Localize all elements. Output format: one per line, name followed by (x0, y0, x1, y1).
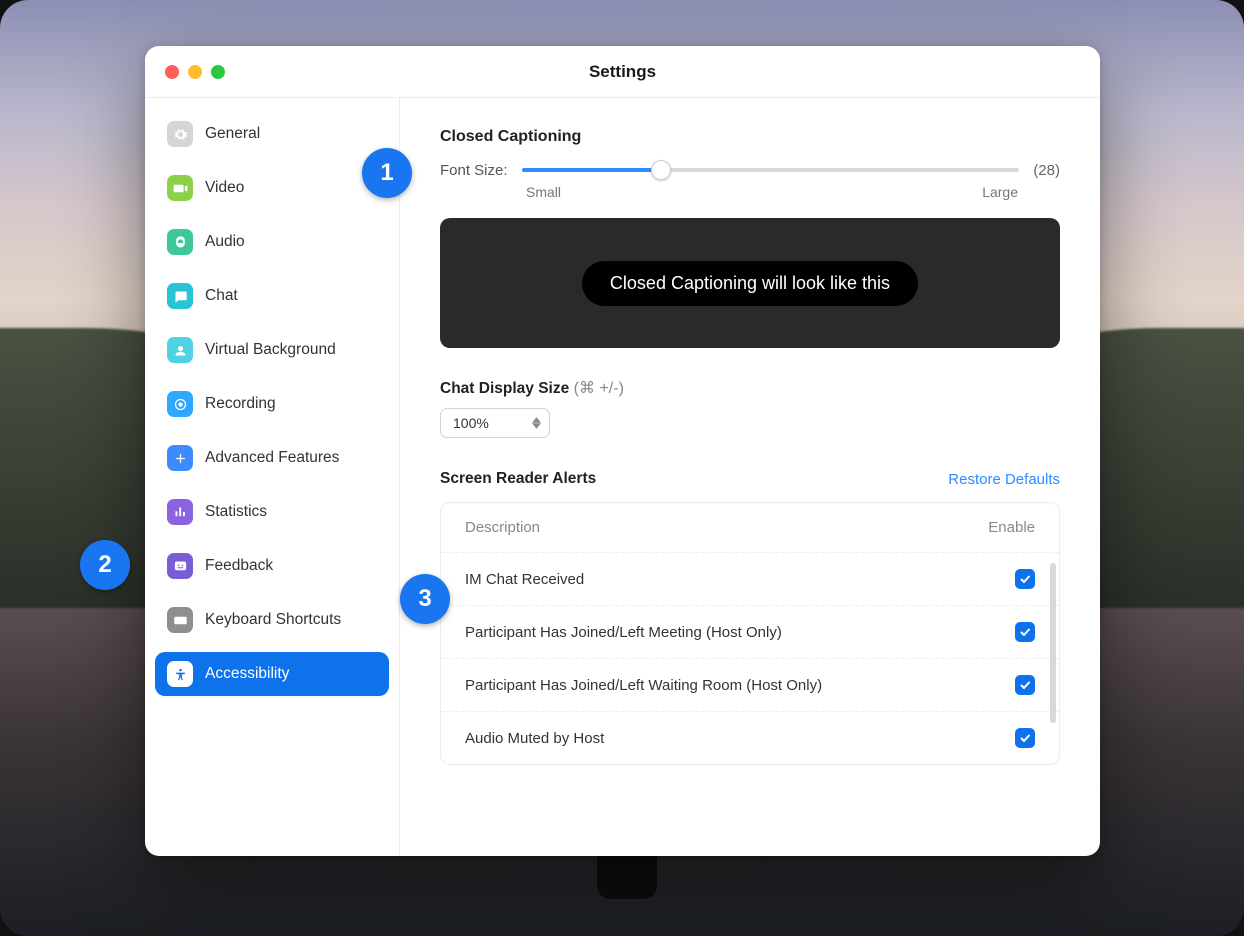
col-enable: Enable (965, 519, 1035, 536)
enable-checkbox[interactable] (1015, 728, 1035, 748)
sidebar-item-label: Statistics (205, 503, 267, 521)
alert-description: Participant Has Joined/Left Meeting (Hos… (465, 624, 965, 641)
sidebar-item-label: Chat (205, 287, 238, 305)
slider-thumb[interactable] (651, 160, 671, 180)
alert-description: Audio Muted by Host (465, 730, 965, 747)
font-size-value: (28) (1033, 162, 1060, 179)
sidebar-item-label: Virtual Background (205, 341, 336, 359)
sidebar-item-label: Keyboard Shortcuts (205, 611, 341, 629)
sidebar-item-label: Feedback (205, 557, 273, 575)
enable-checkbox[interactable] (1015, 622, 1035, 642)
font-size-slider[interactable] (522, 160, 1020, 180)
sidebar-item-label: Video (205, 179, 244, 197)
annotation-2: 2 (80, 540, 130, 590)
plus-box-icon (167, 445, 193, 471)
sidebar-item-label: Recording (205, 395, 276, 413)
recording-icon (167, 391, 193, 417)
sidebar-item-chat[interactable]: Chat (155, 274, 389, 318)
caption-preview-text: Closed Captioning will look like this (582, 261, 918, 306)
feedback-icon (167, 553, 193, 579)
desktop-wallpaper: Settings General Video Audio Chat Virtual Ba… (0, 0, 1244, 936)
video-icon (167, 175, 193, 201)
sidebar-item-label: Advanced Features (205, 449, 339, 467)
stepper-icon (532, 417, 541, 429)
caption-preview: Closed Captioning will look like this (440, 218, 1060, 348)
chat-icon (167, 283, 193, 309)
screen-reader-title: Screen Reader Alerts (440, 470, 596, 488)
alert-row: Participant Has Joined/Left Meeting (Hos… (441, 605, 1059, 658)
virtual-bg-icon (167, 337, 193, 363)
alert-row: Participant Has Joined/Left Waiting Room… (441, 658, 1059, 711)
titlebar: Settings (145, 46, 1100, 98)
alert-description: IM Chat Received (465, 571, 965, 588)
enable-checkbox[interactable] (1015, 675, 1035, 695)
col-description: Description (465, 519, 965, 536)
font-size-label: Font Size: (440, 162, 508, 179)
settings-window: Settings General Video Audio Chat Virtual Ba… (145, 46, 1100, 856)
annotation-1: 1 (362, 148, 412, 198)
annotation-3: 3 (400, 574, 450, 624)
sidebar-item-label: Audio (205, 233, 245, 251)
audio-icon (167, 229, 193, 255)
slider-large-label: Large (982, 184, 1018, 200)
sidebar-item-advanced-features[interactable]: Advanced Features (155, 436, 389, 480)
stats-icon (167, 499, 193, 525)
accessibility-icon (167, 661, 193, 687)
chat-display-hint: (⌘ +/-) (574, 380, 624, 397)
sidebar-item-accessibility[interactable]: Accessibility (155, 652, 389, 696)
scrollbar[interactable] (1050, 563, 1056, 723)
sidebar-item-recording[interactable]: Recording (155, 382, 389, 426)
restore-defaults-link[interactable]: Restore Defaults (948, 471, 1060, 488)
sidebar-item-general[interactable]: General (155, 112, 389, 156)
alert-row: IM Chat Received (441, 552, 1059, 605)
sidebar-item-audio[interactable]: Audio (155, 220, 389, 264)
alerts-table: Description Enable IM Chat Received Parti… (440, 502, 1060, 765)
enable-checkbox[interactable] (1015, 569, 1035, 589)
alert-row: Audio Muted by Host (441, 711, 1059, 764)
closed-captioning-title: Closed Captioning (440, 128, 1060, 146)
sidebar-item-virtual-background[interactable]: Virtual Background (155, 328, 389, 372)
alert-description: Participant Has Joined/Left Waiting Room… (465, 677, 965, 694)
chat-display-value: 100% (453, 415, 489, 431)
settings-sidebar: General Video Audio Chat Virtual Background R… (145, 98, 400, 856)
slider-small-label: Small (526, 184, 561, 200)
gear-icon (167, 121, 193, 147)
sidebar-item-label: General (205, 125, 260, 143)
keyboard-icon (167, 607, 193, 633)
sidebar-item-feedback[interactable]: Feedback (155, 544, 389, 588)
sidebar-item-statistics[interactable]: Statistics (155, 490, 389, 534)
settings-content: Closed Captioning Font Size: (28) Small … (400, 98, 1100, 856)
sidebar-item-label: Accessibility (205, 665, 289, 683)
window-title: Settings (145, 62, 1100, 82)
chat-display-select[interactable]: 100% (440, 408, 550, 438)
sidebar-item-video[interactable]: Video (155, 166, 389, 210)
chat-display-label: Chat Display Size (440, 380, 569, 397)
sidebar-item-keyboard-shortcuts[interactable]: Keyboard Shortcuts (155, 598, 389, 642)
